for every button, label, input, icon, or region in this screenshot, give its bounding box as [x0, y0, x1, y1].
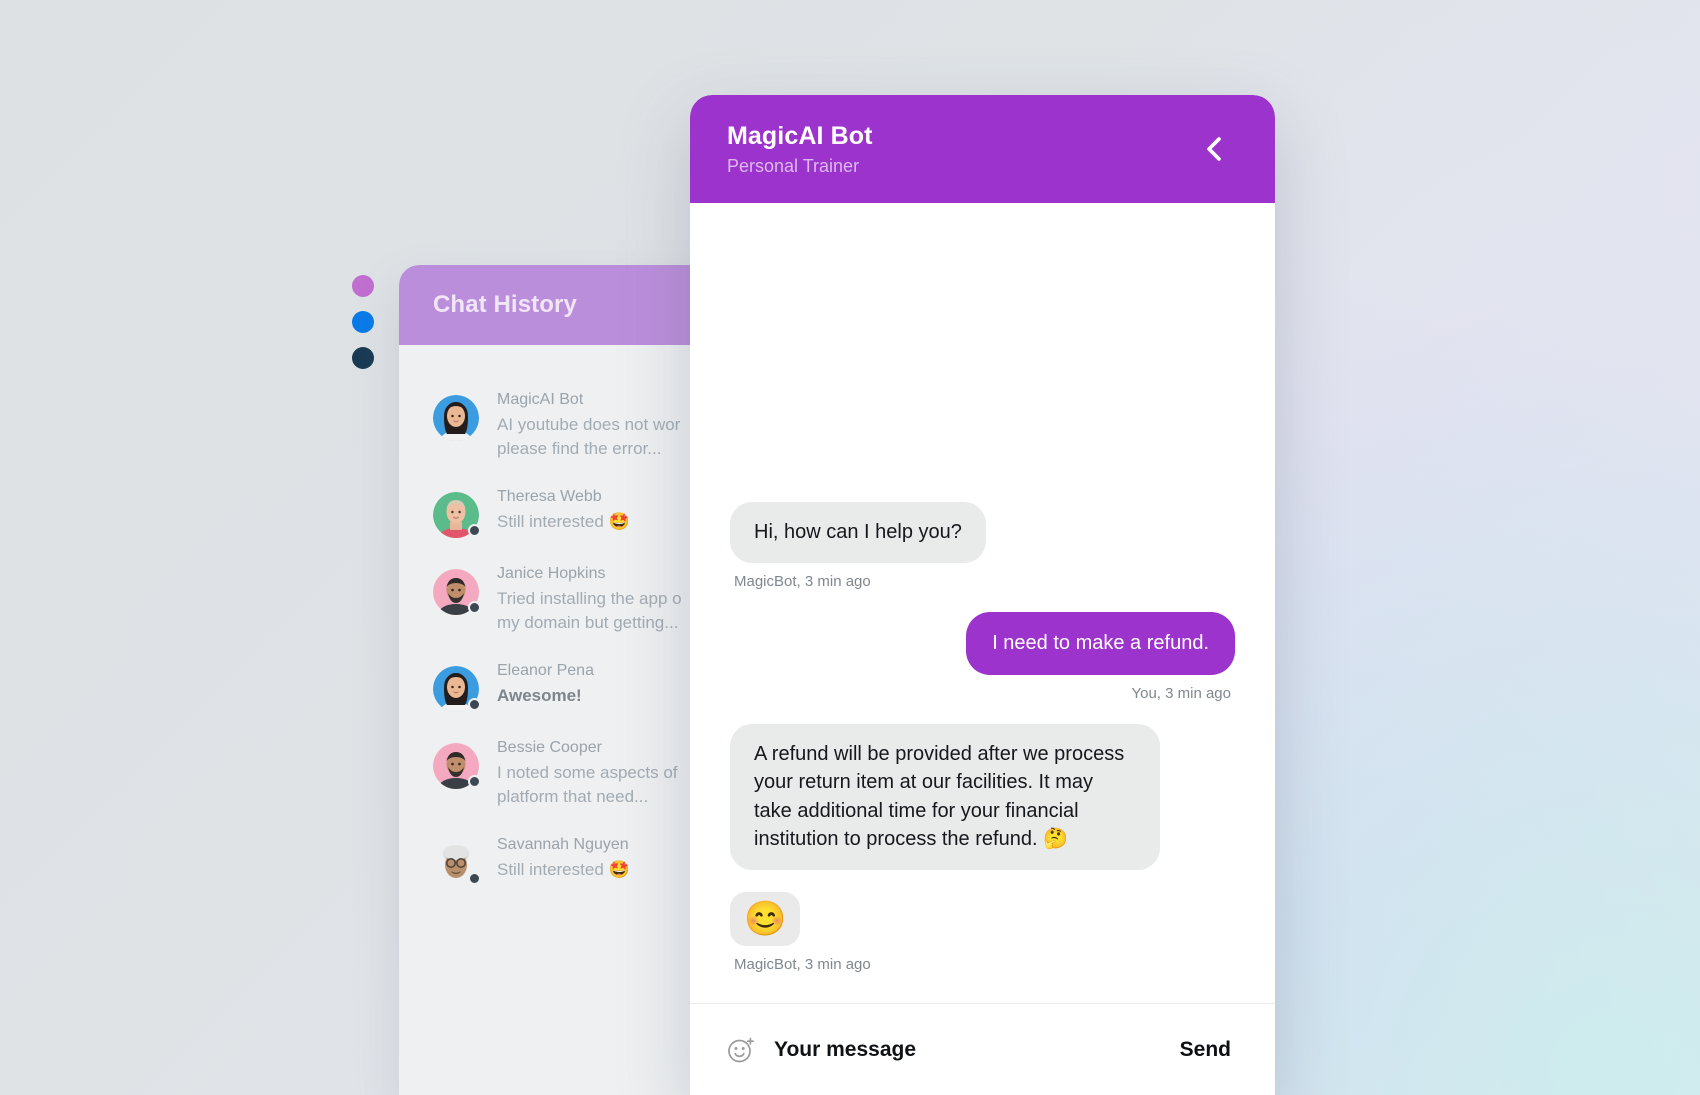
avatar-woman-blue-icon	[433, 395, 479, 441]
avatar	[433, 666, 481, 713]
back-button[interactable]	[1197, 132, 1231, 166]
bot-subtitle: Personal Trainer	[727, 155, 860, 176]
dot-navy[interactable]	[352, 347, 374, 369]
avatar	[433, 743, 481, 790]
chat-history-item-text: Theresa Webb Still interested 🤩	[497, 479, 630, 534]
avatar	[433, 569, 481, 616]
send-button[interactable]: Send	[1178, 1034, 1233, 1066]
add-emoji-icon[interactable]	[726, 1035, 756, 1065]
chat-history-item-text: Eleanor Pena Awesome!	[497, 653, 594, 708]
chat-history-item-name: Janice Hopkins	[497, 565, 606, 583]
online-status-dot	[468, 775, 481, 789]
message-meta: You, 3 min ago	[1131, 684, 1231, 702]
online-status-dot	[468, 524, 481, 538]
app-background: Chat History MagicAI Bot AI youtube does …	[0, 0, 1700, 1095]
online-status-dot	[468, 872, 481, 886]
chat-history-item-text: MagicAI Bot AI youtube does not wor pleas…	[497, 382, 680, 461]
chevron-left-icon	[1207, 137, 1221, 161]
message-row: I need to make a refund. You, 3 min ago	[730, 612, 1235, 724]
chat-window: MagicAI Bot Personal Trainer Hi, how can…	[690, 95, 1275, 1095]
chat-history-item-name: Bessie Cooper	[497, 739, 602, 757]
avatar	[433, 840, 481, 887]
chat-history-item-preview: Still interested 🤩	[497, 511, 630, 531]
message-row: A refund will be provided after we proce…	[730, 723, 1235, 892]
chat-history-item-text: Bessie Cooper I noted some aspects of pla…	[497, 730, 678, 809]
chat-history-item-preview: Awesome!	[497, 685, 582, 705]
online-status-dot	[468, 601, 481, 615]
message-row: Hi, how can I help you? MagicBot, 3 min a…	[730, 502, 1235, 612]
chat-header-titles: MagicAI Bot Personal Trainer	[727, 119, 873, 180]
bot-name: MagicAI Bot	[727, 121, 873, 150]
message-meta: MagicBot, 3 min ago	[734, 956, 871, 973]
chat-history-item-name: Eleanor Pena	[497, 662, 594, 680]
chat-window-header: MagicAI Bot Personal Trainer	[690, 95, 1275, 203]
online-status-dot	[468, 698, 481, 712]
message-meta: MagicBot, 3 min ago	[734, 573, 871, 591]
avatar	[433, 492, 481, 539]
avatar	[433, 395, 479, 441]
bot-message-bubble[interactable]: Hi, how can I help you?	[730, 502, 986, 564]
message-input[interactable]	[774, 1037, 1160, 1062]
message-row: 😊 MagicBot, 3 min ago	[730, 892, 1235, 995]
chat-history-item-preview: I noted some aspects of platform that ne…	[497, 762, 678, 807]
chat-history-item-preview: AI youtube does not wor please find the …	[497, 414, 681, 458]
dot-orchid[interactable]	[352, 275, 374, 297]
chat-history-item-text: Savannah Nguyen Still interested 🤩	[497, 827, 630, 882]
message-composer: Send	[690, 1003, 1275, 1095]
chat-history-item-preview: Tried installing the app o my domain but…	[497, 588, 682, 632]
status-dot-group	[352, 275, 374, 369]
emoji-bubble[interactable]: 😊	[730, 892, 801, 946]
chat-history-item-text: Janice Hopkins Tried installing the app o…	[497, 556, 682, 635]
chat-history-title: Chat History	[433, 291, 577, 318]
chat-history-item-name: MagicAI Bot	[497, 391, 584, 408]
chat-history-item-name: Savannah Nguyen	[497, 836, 629, 854]
message-list: Hi, how can I help you? MagicBot, 3 min a…	[690, 203, 1275, 1003]
bot-message-bubble[interactable]: A refund will be provided after we proce…	[730, 723, 1160, 870]
chat-history-item-preview: Still interested 🤩	[497, 859, 630, 879]
user-message-bubble[interactable]: I need to make a refund.	[966, 612, 1235, 675]
chat-history-item-name: Theresa Webb	[497, 488, 602, 506]
dot-blue[interactable]	[352, 311, 374, 333]
